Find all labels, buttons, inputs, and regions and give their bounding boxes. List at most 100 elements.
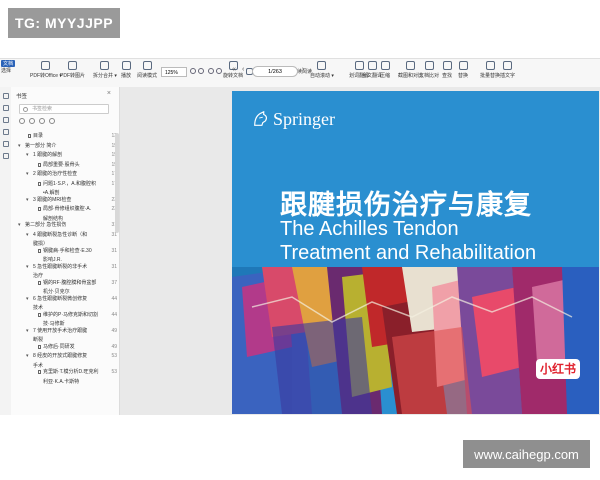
toolbar-button[interactable]: 查找 xyxy=(442,61,452,79)
compress-icon xyxy=(380,61,390,70)
bookmark-item[interactable]: ▾ 7 使用开放手术治疗跟腱 xyxy=(26,327,103,335)
cover-title-english-line1: The Achilles Tendon xyxy=(280,218,459,240)
expand-caret-icon[interactable]: ▾ xyxy=(26,171,29,178)
toolbar-button-label: 旋转文档 xyxy=(223,73,244,79)
bookmark-item[interactable]: 局部·骨修组织腹腔·A. xyxy=(38,206,103,213)
text-compare-icon xyxy=(424,61,434,70)
rotate-left-icon[interactable] xyxy=(208,68,214,74)
bookmark-sidebar: 书签 × 书签检索 目录13▾第一部分 简介15▾1 跟腱的解剖15局部重要·股… xyxy=(11,87,120,415)
bookmark-item[interactable]: 利亚·K.A.卡斯特 xyxy=(43,379,103,386)
expand-caret-icon[interactable]: ▾ xyxy=(26,264,29,271)
zoom-out-icon[interactable] xyxy=(198,68,204,74)
toolbar-button[interactable]: PDF转Office ▾ xyxy=(30,61,62,79)
bookmark-item[interactable]: ▾ 3 跟腱的MRI检查 xyxy=(26,197,103,204)
xiaohongshu-badge: 小红书 xyxy=(536,359,580,379)
bookmark-page-icon xyxy=(38,280,41,285)
split-merge-icon xyxy=(100,61,110,70)
add-bookmark-icon[interactable] xyxy=(19,118,25,124)
bookmark-item[interactable]: 问题1·S.P.，A.和腹腔积 xyxy=(38,181,103,188)
expand-caret-icon[interactable]: ▾ xyxy=(18,143,21,150)
toolbar-button[interactable]: 批量替换 xyxy=(480,61,500,79)
toolbar-button[interactable]: 插文字 xyxy=(500,61,515,79)
expand-bookmark-icon[interactable] xyxy=(39,118,45,124)
toolbar-button-label: 查找 xyxy=(442,73,453,79)
bookmark-item[interactable]: ▾ 第二部分 急性损伤 xyxy=(18,222,103,229)
expand-caret-icon[interactable]: ▾ xyxy=(26,197,29,204)
batch-replace-icon xyxy=(485,61,495,70)
toolbar-button[interactable]: 压缩 xyxy=(380,61,390,79)
search-panel-icon[interactable] xyxy=(2,129,9,135)
bookmark-label: 4 跟腱断裂急性诊断（和 xyxy=(33,231,88,238)
bookmark-item[interactable]: 钢腱病·手和检查·E.30 xyxy=(38,247,103,255)
doc-tab[interactable]: 文档 xyxy=(1,60,16,67)
bookmark-item[interactable]: ▾ 第一部分 简介 xyxy=(18,143,103,150)
bookmark-label: 第二部分 急性损伤 xyxy=(25,222,67,228)
toolbar-button[interactable]: 替换 xyxy=(458,61,468,79)
rotate-right-icon[interactable] xyxy=(216,68,222,74)
thumbnail-panel-icon[interactable] xyxy=(2,105,9,111)
bookmark-label: 7 使用开放手术治疗跟腱 xyxy=(33,327,88,334)
bookmark-label: 技·马修斯 xyxy=(43,321,65,327)
annotation-panel-icon[interactable] xyxy=(2,117,9,123)
toolbar-button[interactable]: 播放 xyxy=(121,61,131,79)
collapse-bookmark-icon[interactable] xyxy=(49,118,55,124)
bookmark-item[interactable]: 克里斯·T.模分析D.旺克利 xyxy=(38,369,103,376)
zoom-select[interactable]: 125% xyxy=(161,67,187,77)
bookmark-page-icon xyxy=(38,312,41,317)
bookmark-item[interactable]: ▾ 2 跟腱的治疗性检查 xyxy=(26,171,103,178)
bookmark-item[interactable]: ▾ 5 急性跟腱断裂的非手术 xyxy=(26,263,103,271)
bookmark-item[interactable]: 马修后·同研发 xyxy=(38,344,103,351)
toolbar-button[interactable]: 文档比对 xyxy=(419,61,439,79)
bookmark-label: 5 急性跟腱断裂的非手术 xyxy=(33,263,88,270)
bookmark-page-number: 31 xyxy=(111,263,117,270)
bookmark-tools xyxy=(19,118,55,124)
first-page-icon[interactable]: « xyxy=(232,66,236,73)
bookmark-item[interactable]: 局部重要·股骨头 xyxy=(38,161,103,169)
auto-scroll-icon xyxy=(317,61,327,70)
layers-panel-icon[interactable] xyxy=(2,153,9,159)
bookmark-item[interactable]: ▾ 6 急性跟腱断裂微创修复 xyxy=(26,296,103,303)
prev-page-icon[interactable]: ‹ xyxy=(242,66,244,73)
bookmark-search-input[interactable]: 书签检索 xyxy=(19,104,109,114)
expand-caret-icon[interactable]: ▾ xyxy=(26,328,29,335)
zoom-in-icon[interactable] xyxy=(190,68,196,74)
book-cover-page: Springer 跟腱损伤治疗与康复 The Achilles Tendon T… xyxy=(232,91,599,414)
sidebar-scrollbar[interactable] xyxy=(115,133,119,233)
bookmark-page-number: 31 xyxy=(111,247,117,254)
bookmark-label: 钢腱病·手和检查·E.30 xyxy=(43,247,92,254)
bookmark-page-number: 53 xyxy=(111,369,117,375)
bookmark-item[interactable]: ▾ 8 经皮的开放式跟腱修复 xyxy=(26,353,103,360)
bookmark-item[interactable]: ▾ 4 跟腱断裂急性诊断（和 xyxy=(26,231,103,239)
close-icon[interactable]: × xyxy=(107,90,111,97)
next-page-icon[interactable]: › xyxy=(302,66,304,73)
bookmark-label: 局部重要·股骨头 xyxy=(43,161,80,168)
toolbar-button[interactable]: PDF转图片 xyxy=(60,61,85,79)
attachment-panel-icon[interactable] xyxy=(2,141,9,147)
toolbar-button-label: PDF转图片 xyxy=(60,73,86,79)
sidebar-title: 书签 xyxy=(16,94,28,100)
expand-caret-icon[interactable]: ▾ xyxy=(18,222,21,229)
toolbar-button[interactable]: 自动滚动 ▾ xyxy=(310,61,334,79)
expand-caret-icon[interactable]: ▾ xyxy=(26,152,29,159)
bookmark-label: 手术 xyxy=(33,362,44,369)
page-number-input[interactable]: 1/263 xyxy=(252,66,298,77)
expand-caret-icon[interactable]: ▾ xyxy=(26,232,29,239)
bookmark-item[interactable]: ▾ 1 跟腱的解剖 xyxy=(26,152,103,159)
toolbar-button[interactable]: 阅读模式 xyxy=(137,61,157,79)
select-tool[interactable]: 文档 选择 xyxy=(1,60,16,74)
bookmark-item[interactable]: 目录 xyxy=(28,133,103,140)
bookmark-panel-icon[interactable] xyxy=(2,93,9,99)
bookmark-item[interactable]: 钢的RF·腹腔膜和骨盆部 xyxy=(38,280,103,287)
delete-bookmark-icon[interactable] xyxy=(29,118,35,124)
toolbar-button[interactable]: 拆分合并 ▾ xyxy=(93,61,117,79)
bookmark-item[interactable]: 维护的P·马修克斯和切割 xyxy=(38,312,103,319)
bookmark-page-icon xyxy=(28,134,31,138)
toolbar-button-label: 全文翻译 xyxy=(362,73,383,79)
expand-caret-icon[interactable]: ▾ xyxy=(26,296,29,303)
expand-caret-icon[interactable]: ▾ xyxy=(26,353,29,360)
bookmark-page-number: 44 xyxy=(111,311,117,318)
toolbar-button-label: 自动滚动 ▾ xyxy=(310,73,334,79)
toolbar-button[interactable]: 全文翻译 xyxy=(362,61,382,79)
bookmark-page-icon xyxy=(38,181,41,186)
pdf-image-icon xyxy=(68,61,77,70)
